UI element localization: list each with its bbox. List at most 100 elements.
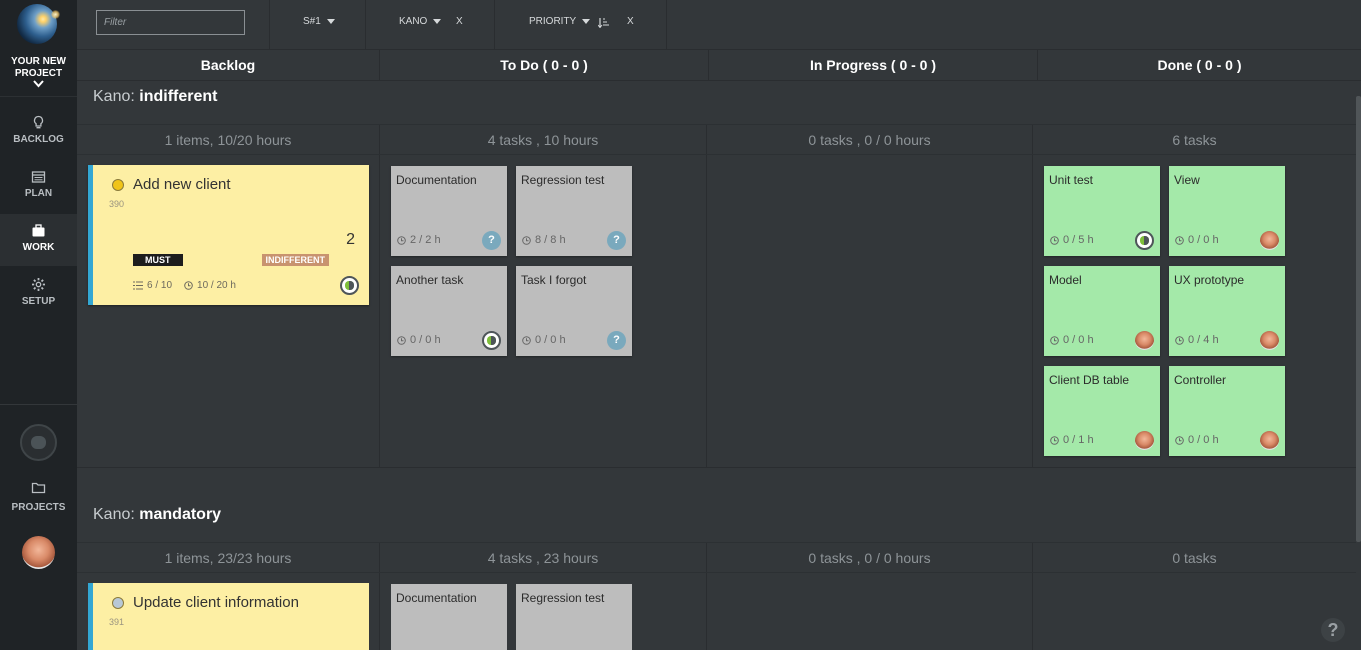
filter-input[interactable]: [96, 10, 245, 35]
divider: [708, 50, 709, 81]
nav-projects[interactable]: PROJECTS: [0, 480, 77, 520]
column-header-done: Done ( 0 - 0 ): [1038, 50, 1361, 81]
task-title: UX prototype: [1174, 273, 1245, 287]
task-hours: 0 / 0 h: [1050, 334, 1094, 346]
assignee-avatar: [1135, 331, 1154, 350]
task-card[interactable]: Controller 0 / 0 h: [1169, 366, 1285, 456]
kano-label: KANO: [399, 16, 428, 27]
calendar-icon: [31, 171, 46, 183]
assignee-avatar: [1260, 331, 1279, 350]
clock-icon: [184, 281, 193, 290]
summary-done: 6 tasks: [1172, 132, 1217, 148]
folder-icon: [31, 482, 46, 494]
task-hours: 0 / 0 h: [1175, 434, 1219, 446]
sidebar-bottom: PROJECTS: [0, 404, 77, 650]
tasks-progress: 6 / 10: [133, 280, 172, 291]
caret-down-icon: [433, 19, 442, 24]
story-hours: 10 / 20 h: [184, 280, 236, 291]
task-card[interactable]: Model 0 / 0 h: [1044, 266, 1160, 356]
summary-todo: 4 tasks , 23 hours: [487, 550, 599, 566]
chevron-down-icon: [33, 80, 44, 88]
task-hours: 2 / 2 h: [397, 234, 441, 246]
kano-badge: INDIFFERENT: [261, 254, 329, 266]
briefcase-icon: [32, 224, 45, 237]
task-hours: 0 / 4 h: [1175, 334, 1219, 346]
task-hours: 0 / 1 h: [1050, 434, 1094, 446]
task-title: Regression test: [521, 173, 605, 187]
clock-icon: [522, 335, 531, 345]
story-title: Add new client: [133, 176, 231, 193]
task-card[interactable]: Task I forgot 0 / 0 h ?: [516, 266, 632, 356]
task-title: Model: [1049, 273, 1082, 287]
divider: [379, 50, 380, 81]
clock-icon: [1175, 435, 1184, 445]
nav-work[interactable]: WORK: [0, 214, 77, 266]
task-card[interactable]: Documentation: [391, 584, 507, 650]
task-card[interactable]: UX prototype 0 / 4 h: [1169, 266, 1285, 356]
nav-label: BACKLOG: [13, 134, 64, 145]
task-hours: 0 / 5 h: [1050, 234, 1094, 246]
story-title: Update client information: [133, 594, 299, 611]
nav-label: PROJECTS: [11, 502, 66, 513]
divider: [365, 0, 366, 50]
group-title: Kano: mandatory: [93, 506, 222, 523]
task-title: Another task: [396, 273, 464, 287]
assignee-avatar: [1260, 431, 1279, 450]
nav-label: WORK: [22, 242, 55, 253]
unassigned-icon: ?: [607, 231, 626, 250]
summary-inprogress: 0 tasks , 0 / 0 hours: [808, 550, 931, 566]
toolbar: S#1 KANO X PRIORITY X: [77, 0, 1361, 50]
task-card[interactable]: Client DB table 0 / 1 h: [1044, 366, 1160, 456]
unassigned-icon: ?: [607, 331, 626, 350]
summary-backlog: 1 items, 23/23 hours: [164, 550, 292, 566]
task-card[interactable]: Unit test 0 / 5 h: [1044, 166, 1160, 256]
story-card[interactable]: Update client information 391: [88, 583, 369, 650]
sort-icon[interactable]: [598, 17, 609, 28]
clock-icon: [1175, 335, 1184, 345]
toggle-icon[interactable]: [20, 424, 57, 461]
help-button[interactable]: ?: [1321, 618, 1345, 642]
task-title: Documentation: [396, 591, 477, 605]
summary-todo: 4 tasks , 10 hours: [487, 132, 599, 148]
task-card[interactable]: Another task 0 / 0 h: [391, 266, 507, 356]
app: YOUR NEW PROJECT BACKLOG PLAN WORK SETUP…: [0, 0, 1361, 650]
summary-done: 0 tasks: [1172, 550, 1217, 566]
priority-clear-button[interactable]: X: [627, 16, 634, 27]
assignee-avatar: [1260, 231, 1279, 250]
priority-dropdown[interactable]: PRIORITY: [529, 16, 591, 27]
group-summary-row: 1 items, 10/20 hours 4 tasks , 10 hours …: [77, 124, 1356, 155]
task-hours: 0 / 0 h: [397, 334, 441, 346]
summary-inprogress: 0 tasks , 0 / 0 hours: [808, 132, 931, 148]
task-hours: 8 / 8 h: [522, 234, 566, 246]
kano-dropdown[interactable]: KANO: [399, 16, 442, 27]
unassigned-icon: ?: [482, 231, 501, 250]
divider: [666, 0, 667, 50]
divider: [1037, 50, 1038, 81]
story-id: 390: [109, 199, 125, 209]
task-title: Controller: [1174, 373, 1227, 387]
task-card[interactable]: Regression test: [516, 584, 632, 650]
nav-plan[interactable]: PLAN: [0, 160, 77, 212]
clock-icon: [1175, 235, 1184, 245]
scrollbar[interactable]: [1356, 96, 1361, 542]
nav-backlog[interactable]: BACKLOG: [0, 106, 77, 158]
project-selector[interactable]: YOUR NEW PROJECT: [0, 0, 77, 97]
task-title: Client DB table: [1049, 373, 1130, 387]
story-points: 2: [346, 231, 355, 248]
task-card[interactable]: Regression test 8 / 8 h ?: [516, 166, 632, 256]
nav-setup[interactable]: SETUP: [0, 268, 77, 320]
group-summary-row: 1 items, 23/23 hours 4 tasks , 23 hours …: [77, 542, 1356, 573]
clock-icon: [397, 335, 406, 345]
divider: [77, 467, 1356, 468]
story-card[interactable]: Add new client 390 2 MUST INDIFFERENT 6 …: [88, 165, 369, 305]
user-avatar[interactable]: [22, 536, 55, 569]
lightbulb-icon: [33, 115, 44, 129]
status-dot: [112, 179, 124, 191]
sprint-dropdown[interactable]: S#1: [303, 16, 335, 27]
task-card[interactable]: View 0 / 0 h: [1169, 166, 1285, 256]
priority-label: PRIORITY: [529, 16, 577, 27]
kano-clear-button[interactable]: X: [456, 16, 463, 27]
task-card[interactable]: Documentation 2 / 2 h ?: [391, 166, 507, 256]
story-id: 391: [109, 617, 125, 627]
clock-icon: [397, 235, 406, 245]
